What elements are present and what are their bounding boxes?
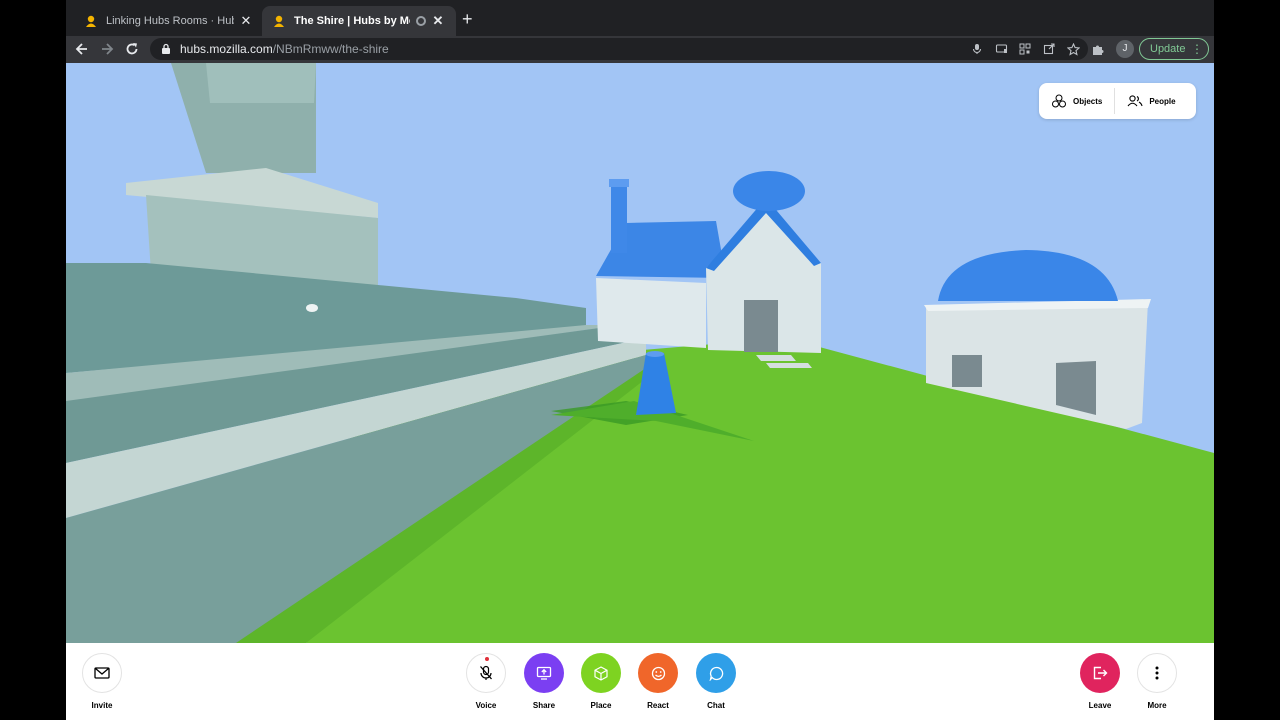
react-label: React [647, 701, 669, 710]
leave-button[interactable]: Leave [1070, 653, 1130, 710]
people-icon [1127, 95, 1143, 107]
step-marker [306, 304, 318, 312]
invite-label: Invite [91, 701, 113, 710]
hubs-bottom-toolbar: Invite Voice Share Place React Chat Leav… [66, 643, 1214, 720]
browser-toolbar: hubs.mozilla.com/NBmRmww/the-shire J Upd… [66, 36, 1214, 63]
qr-code-icon[interactable] [1018, 42, 1032, 56]
house-door [744, 300, 778, 352]
hubs-favicon-icon [274, 15, 284, 27]
tab-title: The Shire | Hubs by Mozilla [294, 15, 410, 27]
people-button[interactable]: People [1115, 83, 1187, 119]
cube-icon [594, 665, 608, 681]
address-bar[interactable]: hubs.mozilla.com/NBmRmww/the-shire [150, 38, 1088, 60]
cast-icon[interactable] [994, 42, 1008, 56]
share-screen-icon [536, 666, 552, 680]
kebab-menu-icon[interactable]: ⋮ [1191, 42, 1203, 56]
url-path: /NBmRmww/the-shire [272, 42, 389, 56]
scene-render [66, 63, 1214, 643]
top-right-panel: Objects People [1039, 83, 1196, 119]
invite-circle[interactable] [82, 653, 122, 693]
bookmark-star-icon[interactable] [1066, 42, 1080, 56]
objects-button[interactable]: Objects [1039, 83, 1114, 119]
tab-title: Linking Hubs Rooms · Hubs by Mozilla [106, 15, 234, 27]
objects-label: Objects [1073, 96, 1103, 106]
tab-close-icon[interactable]: ✕ [238, 13, 254, 29]
share-circle[interactable] [524, 653, 564, 693]
more-button[interactable]: More [1127, 653, 1187, 710]
tab-linking-hubs-rooms[interactable]: Linking Hubs Rooms · Hubs by Mozilla ✕ [74, 6, 264, 36]
profile-avatar[interactable]: J [1116, 40, 1134, 58]
chat-bubble-icon [709, 666, 723, 681]
chat-circle[interactable] [696, 653, 736, 693]
house-dome [733, 171, 805, 211]
vertical-dots-icon [1155, 666, 1159, 680]
tab-strip: Linking Hubs Rooms · Hubs by Mozilla ✕ T… [66, 0, 1214, 36]
tab-close-icon[interactable]: ✕ [430, 13, 446, 29]
update-button[interactable]: Update ⋮ [1139, 38, 1209, 60]
lock-icon [162, 43, 170, 54]
envelope-icon [94, 667, 110, 679]
spawn-cone-top [646, 351, 664, 357]
invite-button[interactable]: Invite [72, 653, 132, 710]
voice-label: Voice [475, 701, 497, 710]
mic-status-dot [485, 657, 489, 661]
house-chimney-cap [609, 179, 629, 187]
3d-scene-viewport[interactable]: Objects People [66, 63, 1214, 643]
tab-the-shire[interactable]: The Shire | Hubs by Mozilla ✕ [262, 6, 456, 36]
voice-button[interactable]: Voice [456, 653, 516, 710]
right-building-window [952, 355, 982, 387]
stepping-stone [756, 355, 796, 361]
place-circle[interactable] [581, 653, 621, 693]
stepping-stone [766, 363, 812, 368]
voice-circle[interactable] [466, 653, 506, 693]
monument-pillar-top [206, 63, 316, 103]
house-back-wall [596, 278, 706, 348]
objects-icon [1052, 94, 1066, 108]
leave-circle[interactable] [1080, 653, 1120, 693]
exit-door-icon [1093, 666, 1108, 680]
chat-label: Chat [707, 701, 725, 710]
react-circle[interactable] [638, 653, 678, 693]
new-tab-plus-icon[interactable]: + [462, 9, 473, 29]
share-label: Share [532, 701, 556, 710]
share-button[interactable]: Share [514, 653, 574, 710]
open-external-icon[interactable] [1042, 42, 1056, 56]
forward-arrow-icon[interactable] [97, 39, 117, 59]
microphone-icon[interactable] [970, 42, 984, 56]
url-host: hubs.mozilla.com [180, 42, 273, 56]
update-label: Update [1150, 43, 1186, 55]
extensions-puzzle-icon[interactable] [1090, 41, 1106, 57]
place-button[interactable]: Place [571, 653, 631, 710]
house-chimney [611, 183, 627, 253]
leave-label: Leave [1088, 701, 1112, 710]
hubs-favicon-icon [86, 15, 96, 27]
react-button[interactable]: React [628, 653, 688, 710]
people-label: People [1149, 96, 1176, 106]
reload-icon[interactable] [122, 39, 142, 59]
recording-indicator-icon [416, 16, 426, 26]
browser-window: Linking Hubs Rooms · Hubs by Mozilla ✕ T… [66, 0, 1214, 720]
back-arrow-icon[interactable] [72, 39, 92, 59]
smiley-icon [651, 666, 665, 680]
more-label: More [1147, 701, 1167, 710]
place-label: Place [590, 701, 612, 710]
microphone-muted-icon [480, 665, 492, 680]
chat-button[interactable]: Chat [686, 653, 746, 710]
more-circle[interactable] [1137, 653, 1177, 693]
